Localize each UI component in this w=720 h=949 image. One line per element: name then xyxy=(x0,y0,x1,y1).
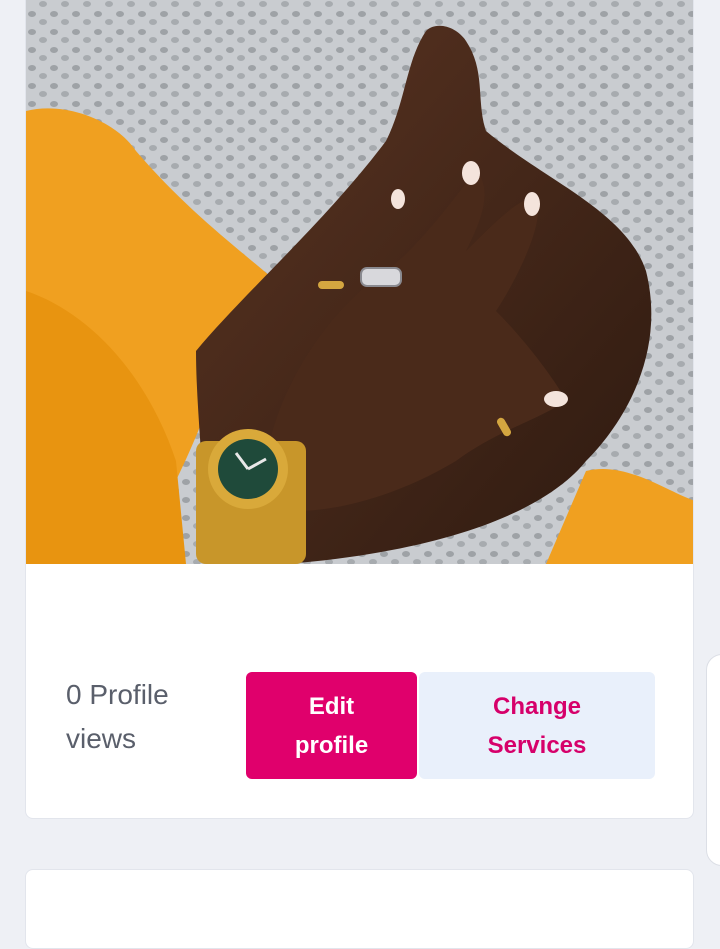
change-services-label-1: Change xyxy=(492,692,581,720)
profile-photo[interactable] xyxy=(26,0,693,564)
next-card xyxy=(25,869,694,949)
edit-profile-label-1: Edit xyxy=(308,692,355,720)
change-services-label-2: Services xyxy=(487,731,587,759)
side-panel-edge[interactable] xyxy=(706,654,720,866)
profile-views-line1: 0 Profile xyxy=(66,673,226,717)
profile-views: 0 Profile views xyxy=(66,673,226,761)
profile-card: 0 Profile views Edit profile Change Serv… xyxy=(25,0,694,819)
profile-views-label: Profile xyxy=(89,679,169,710)
profile-photo-image xyxy=(26,0,693,564)
edit-profile-label-2: profile xyxy=(294,731,369,759)
change-services-button[interactable]: Change Services xyxy=(419,672,655,779)
profile-views-label-2: views xyxy=(66,723,137,754)
profile-views-count: 0 xyxy=(66,679,82,710)
edit-profile-button[interactable]: Edit profile xyxy=(246,672,417,779)
